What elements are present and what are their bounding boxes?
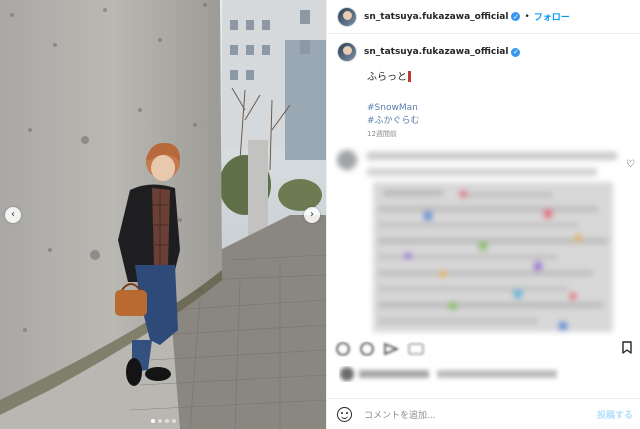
carousel-indicator — [0, 419, 326, 423]
bookmark-icon[interactable] — [622, 341, 632, 354]
action-bar — [336, 342, 424, 356]
post-comment-button[interactable]: 投稿する — [597, 408, 633, 421]
comment-icon — [360, 342, 374, 356]
emoji-icon[interactable] — [337, 406, 352, 422]
heart-icon — [336, 342, 350, 356]
verified-icon: ✓ — [511, 12, 521, 21]
caption-username[interactable]: sn_tatsuya.fukazawa_official — [364, 47, 508, 57]
follow-button[interactable]: フォロー — [534, 10, 570, 23]
carousel-dot — [157, 419, 162, 423]
blurred-likes — [340, 367, 557, 381]
chevron-left-icon: ‹ — [11, 209, 15, 220]
hashtag-link[interactable]: #SnowMan — [367, 102, 420, 115]
carousel-dot — [171, 419, 176, 423]
verified-icon: ✓ — [511, 47, 521, 57]
extra-icon — [408, 343, 424, 355]
carousel-dot — [164, 419, 169, 423]
chevron-right-icon: › — [310, 209, 314, 220]
caption-text: ふらっと — [367, 68, 411, 83]
carousel-dot — [150, 419, 155, 423]
comment-input[interactable]: コメントを追加... — [364, 408, 597, 421]
avatar[interactable] — [337, 42, 357, 62]
hashtag-link[interactable]: #ふかぐらむ — [367, 115, 420, 128]
photo-illustration — [0, 0, 326, 429]
post-photo[interactable]: ‹ › — [0, 0, 326, 429]
caption-author: sn_tatsuya.fukazawa_official ✓ — [337, 42, 631, 62]
share-icon — [384, 342, 400, 356]
comment-like-icon[interactable]: ♡ — [626, 159, 635, 170]
text-cursor — [408, 71, 411, 82]
caption-body: ふらっと — [367, 72, 407, 83]
carousel-next-button[interactable]: › — [304, 207, 320, 223]
header-username[interactable]: sn_tatsuya.fukazawa_official — [364, 12, 508, 22]
post-timestamp[interactable]: 12週間前 — [367, 129, 397, 139]
post-side-panel: sn_tatsuya.fukazawa_official ✓ • フォロー sn… — [326, 0, 640, 429]
carousel-prev-button[interactable]: ‹ — [5, 207, 21, 223]
add-comment-bar: コメントを追加... 投稿する — [327, 398, 640, 429]
header-separator: • — [524, 11, 530, 22]
avatar[interactable] — [337, 6, 357, 27]
post-header: sn_tatsuya.fukazawa_official ✓ • フォロー — [327, 0, 640, 34]
hashtag-list: #SnowMan #ふかぐらむ — [367, 102, 420, 128]
blurred-comments — [337, 150, 617, 332]
